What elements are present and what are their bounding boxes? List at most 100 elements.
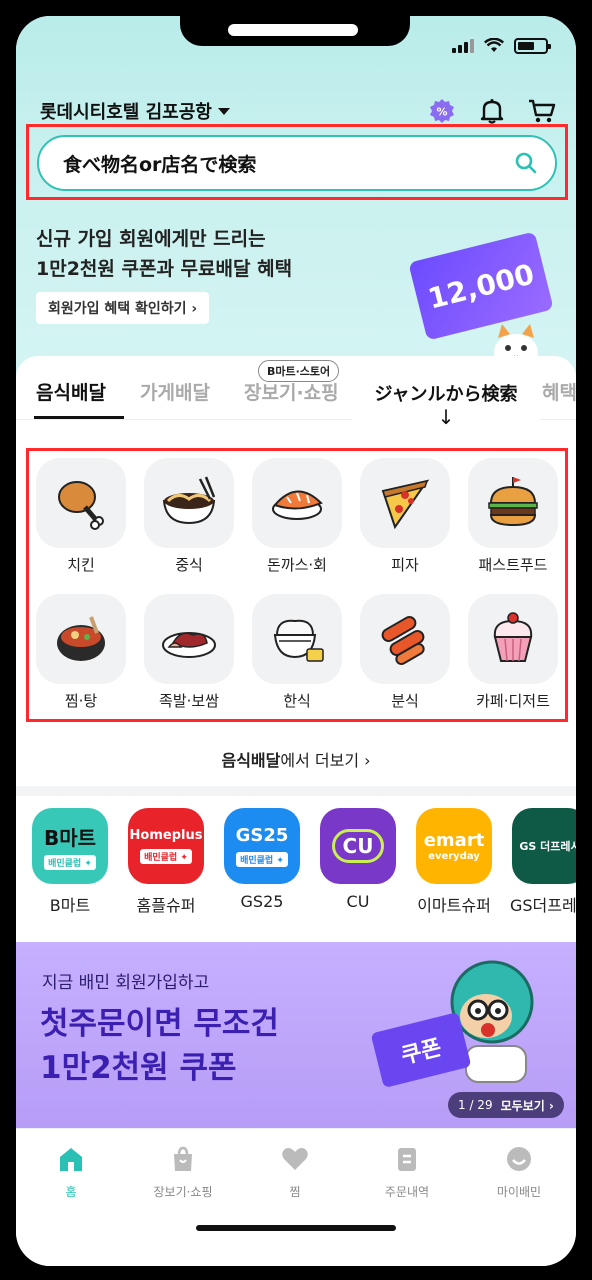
category-cutlet-sashimi[interactable]: 돈까스·회 (252, 458, 342, 575)
category-label: 카페·디저트 (476, 692, 550, 710)
category-label: 돈까스·회 (267, 556, 327, 574)
chicken-icon (58, 481, 104, 530)
category-stew[interactable]: 찜·탕 (36, 594, 126, 711)
nav-shopping[interactable]: 장보기·쇼핑 (128, 1145, 238, 1200)
banner-line-3: 1만2천원 쿠폰 (40, 1050, 237, 1086)
nav-home[interactable]: 홈 (16, 1145, 126, 1200)
store-name: 이마트슈퍼 (417, 896, 491, 915)
homeplus-logo: Homeplus 배민클럽 ✦ (128, 808, 204, 884)
category-pizza[interactable]: 피자 (360, 458, 450, 575)
store-gs25[interactable]: GS25 배민클럽 ✦ GS25 (222, 808, 302, 911)
search-input[interactable]: 食べ物名or店名で検索 (37, 135, 557, 191)
location-label: 롯데시티호텔 김포공항 (40, 102, 212, 123)
home-indicator (196, 1225, 396, 1231)
top-bar: 롯데시티호텔 김포공항 % (40, 94, 556, 128)
store-gs-fresh[interactable]: GS 더프레시 GS더프레시 (510, 808, 576, 916)
wifi-icon (484, 38, 504, 52)
annotation-label: ジャンルから検索 ↓ (352, 380, 540, 436)
gs-fresh-logo-text: GS 더프레시 (519, 840, 576, 853)
search-icon (515, 152, 537, 174)
see-more-category: 음식배달 (221, 751, 281, 770)
phone-screen: 롯데시티호텔 김포공항 % 食べ物名or店名で検索 신규 가입 회원에게만 드리… (16, 16, 576, 1266)
bmart-store-badge: B마트·스토어 (258, 360, 340, 382)
section-divider (16, 786, 576, 796)
banner-pager[interactable]: 1 / 29 모두보기 › (448, 1092, 564, 1118)
status-bar (452, 38, 551, 54)
bottom-nav: 홈 장보기·쇼핑 찜 주문내역 마이배민 (16, 1128, 576, 1266)
search-highlight-box: 食べ物名or店名で検索 (26, 124, 568, 200)
battery-icon (514, 38, 551, 54)
tab-store-delivery[interactable]: 가게배달 (140, 378, 210, 405)
emart-logo-sub: everyday (428, 851, 480, 862)
bmart-logo: B마트 배민클럽 ✦ (32, 808, 108, 884)
tab-benefits[interactable]: 혜택 (542, 378, 576, 405)
nav-label: 찜 (289, 1185, 301, 1199)
cart-icon[interactable] (528, 97, 556, 125)
cu-logo-text: CU (331, 829, 385, 863)
nav-label: 주문내역 (384, 1185, 430, 1199)
tteokbokki-icon (381, 616, 425, 665)
store-cu[interactable]: CU CU (318, 808, 398, 911)
gs25-logo-text: GS25 (235, 825, 289, 846)
bmart-logo-text: B마트 (43, 826, 97, 850)
bell-icon[interactable] (478, 97, 506, 125)
cupcake-icon (493, 612, 533, 662)
shopping-bag-icon (174, 1146, 192, 1171)
ticket-value: 12,000 (424, 256, 538, 316)
category-label: 중식 (175, 556, 203, 574)
search-placeholder: 食べ物名or店名で検索 (63, 153, 257, 176)
nav-favorites[interactable]: 찜 (240, 1145, 350, 1200)
promo-text: 신규 가입 회원에게만 드리는 1만2천원 쿠폰과 무료배달 혜택 (36, 224, 292, 284)
signal-icon (452, 39, 474, 53)
nav-orders[interactable]: 주문내역 (352, 1145, 462, 1200)
promo-line-2: 1만2천원 쿠폰과 무료배달 혜택 (36, 258, 293, 280)
gs-fresh-logo: GS 더프레시 (512, 808, 576, 884)
category-pork[interactable]: 족발·보쌈 (144, 594, 234, 711)
emart-logo-text: emart (423, 830, 485, 851)
category-label: 한식 (283, 692, 311, 710)
svg-text:%: % (436, 106, 447, 119)
burger-icon (488, 477, 538, 527)
profile-icon (507, 1147, 531, 1171)
category-chinese[interactable]: 중식 (144, 458, 234, 575)
homeplus-logo-text: Homeplus (129, 828, 203, 843)
banner-line-2: 첫주문이면 무조건 (40, 1006, 279, 1042)
banner-see-all: 모두보기 › (500, 1098, 554, 1113)
chevron-down-icon (217, 107, 230, 115)
store-emart[interactable]: emart everyday 이마트슈퍼 (414, 808, 494, 916)
store-name: GS25 (240, 892, 284, 911)
nav-my[interactable]: 마이배민 (464, 1145, 574, 1200)
signup-benefit-button[interactable]: 회원가입 혜택 확인하기 › (36, 292, 210, 324)
category-snack[interactable]: 분식 (360, 594, 450, 711)
tab-food-delivery[interactable]: 음식배달 (36, 378, 106, 405)
store-name: 홈플슈퍼 (136, 896, 196, 915)
pizza-icon (381, 479, 430, 530)
category-label: 분식 (391, 692, 419, 710)
active-tab-indicator (34, 416, 124, 419)
promo-banner[interactable]: 지금 배민 회원가입하고 첫주문이면 무조건 1만2천원 쿠폰 쿠폰 1 / 2… (16, 942, 576, 1132)
store-shortcuts: B마트 배민클럽 ✦ B마트 Homeplus 배민클럽 ✦ 홈플슈퍼 GS25… (16, 808, 576, 918)
category-cafe-dessert[interactable]: 카페·디저트 (468, 594, 558, 711)
heart-icon (282, 1148, 308, 1170)
sushi-icon (272, 490, 323, 520)
see-more-link[interactable]: 음식배달 에서 더보기 › (16, 736, 576, 782)
nav-label: 장보기·쇼핑 (153, 1185, 213, 1199)
category-label: 패스트푸드 (478, 556, 548, 574)
percent-badge-icon[interactable]: % (428, 97, 456, 125)
noodle-bowl-icon (162, 476, 216, 525)
receipt-icon (398, 1148, 416, 1171)
store-homeplus[interactable]: Homeplus 배민클럽 ✦ 홈플슈퍼 (126, 808, 206, 916)
category-fastfood[interactable]: 패스트푸드 (468, 458, 558, 575)
store-name: CU (346, 892, 370, 911)
annotation-text: ジャンルから検索 (374, 384, 518, 405)
pork-plate-icon (162, 632, 216, 658)
store-bmart[interactable]: B마트 배민클럽 ✦ B마트 (30, 808, 110, 916)
stew-pot-icon (57, 616, 105, 661)
category-label: 찜·탕 (64, 692, 98, 710)
location-selector[interactable]: 롯데시티호텔 김포공항 (40, 98, 230, 124)
category-korean[interactable]: 한식 (252, 594, 342, 711)
category-chicken[interactable]: 치킨 (36, 458, 126, 575)
tab-shopping[interactable]: 장보기·쇼핑 (244, 378, 339, 405)
banner-page-count: 1 / 29 (458, 1098, 493, 1112)
store-name: GS더프레시 (510, 896, 576, 915)
